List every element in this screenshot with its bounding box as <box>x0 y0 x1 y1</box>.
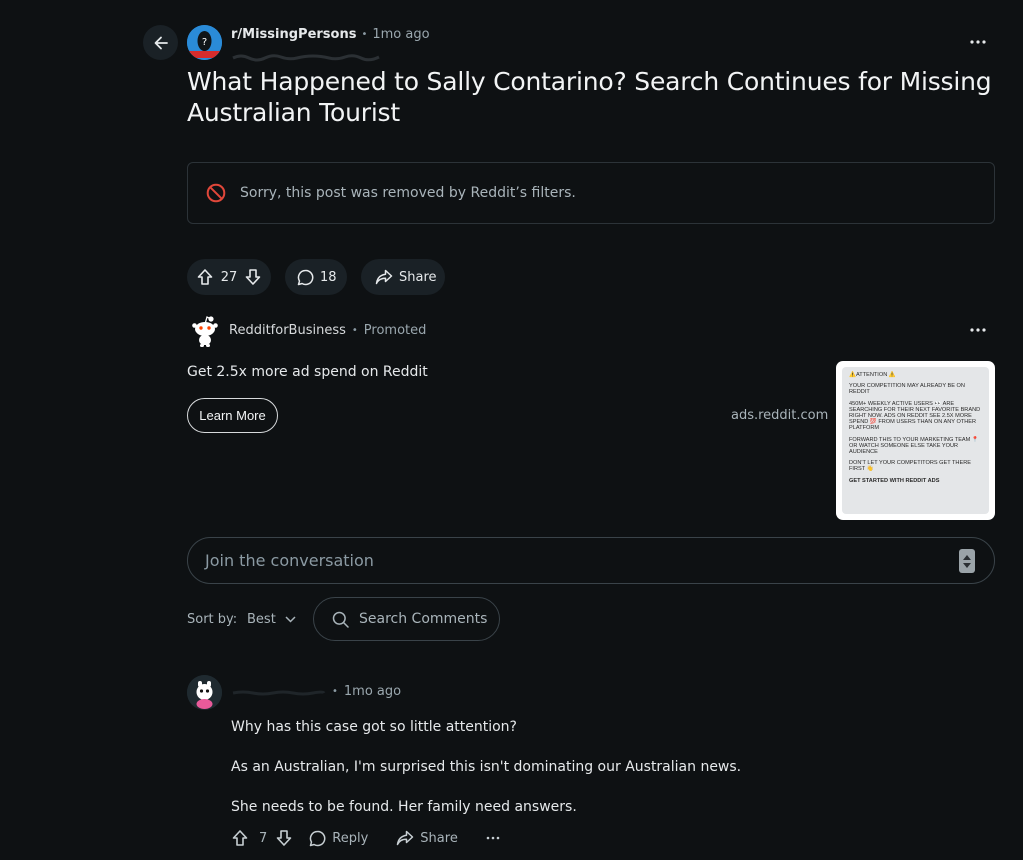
search-comments-input[interactable]: Search Comments <box>313 597 500 641</box>
ad-more-options-button[interactable] <box>967 319 989 341</box>
removed-notice-text: Sorry, this post was removed by Reddit’s… <box>240 185 576 201</box>
learn-more-button[interactable]: Learn More <box>187 398 278 433</box>
ad-meta: RedditforBusiness • Promoted <box>229 323 426 338</box>
comment-time: 1mo ago <box>343 684 402 699</box>
sort-label: Sort by: <box>187 612 238 627</box>
ad-thumbnail[interactable]: ⚠️ATTENTION ⚠️ YOUR COMPETITION MAY ALRE… <box>836 361 995 520</box>
comment-body: Why has this case got so little attentio… <box>231 718 931 838</box>
svg-text:?: ? <box>202 37 207 48</box>
separator-dot: • <box>332 686 338 697</box>
ad-creative-line: GET STARTED WITH REDDIT ADS <box>849 477 940 484</box>
comment-more-options-button[interactable] <box>486 836 500 840</box>
comment-share-button[interactable]: Share <box>396 830 458 846</box>
separator-dot: • <box>361 29 368 40</box>
comment-share-label: Share <box>420 830 458 846</box>
ad-domain-link[interactable]: ads.reddit.com <box>731 408 828 423</box>
search-comments-placeholder: Search Comments <box>359 611 488 627</box>
comment-paragraph: Why has this case got so little attentio… <box>231 719 517 735</box>
ad-creative-line: FORWARD THIS TO YOUR MARKETING TEAM 📍 OR… <box>849 436 979 456</box>
downvote-icon[interactable] <box>244 268 262 286</box>
arrow-left-icon <box>152 34 170 52</box>
ad-creative-line: ⚠️ATTENTION ⚠️ <box>849 372 896 378</box>
separator-dot: • <box>351 325 358 336</box>
comment-vote-count: 7 <box>259 830 268 846</box>
ad-headline[interactable]: Get 2.5x more ad spend on Reddit <box>187 364 428 380</box>
post-time: 1mo ago <box>372 27 430 42</box>
comment-paragraph: She needs to be found. Her family need a… <box>231 799 577 815</box>
back-button[interactable] <box>143 25 178 60</box>
post-vote-bar: 27 <box>187 259 271 295</box>
comment-icon <box>309 830 326 847</box>
comment-actions: 7 Reply Share <box>231 829 500 847</box>
subreddit-name[interactable]: r/MissingPersons <box>231 27 356 42</box>
comment-composer-placeholder: Join the conversation <box>205 551 374 570</box>
comment-composer[interactable]: Join the conversation <box>187 537 995 584</box>
commenter-avatar[interactable] <box>187 675 222 710</box>
post-vote-count: 27 <box>220 269 238 285</box>
post-share-button[interactable]: Share <box>361 259 445 295</box>
post-comments-button[interactable]: 18 <box>285 259 347 295</box>
more-horizontal-icon <box>970 40 986 44</box>
post-share-label: Share <box>399 269 437 285</box>
composer-scroll-stepper[interactable] <box>959 549 975 573</box>
comment-reply-label: Reply <box>332 830 369 846</box>
advertiser-avatar[interactable] <box>187 312 223 348</box>
share-icon <box>375 269 393 285</box>
chevron-down-icon <box>285 616 296 623</box>
comment-reply-button[interactable]: Reply <box>309 830 368 847</box>
post-meta: r/MissingPersons • 1mo ago <box>231 27 430 42</box>
post-more-options-button[interactable] <box>967 31 989 53</box>
redacted-username <box>231 47 381 62</box>
more-horizontal-icon <box>970 328 986 332</box>
ad-creative: ⚠️ATTENTION ⚠️ YOUR COMPETITION MAY ALRE… <box>842 367 989 514</box>
ad-creative-line: YOUR COMPETITION MAY ALREADY BE ON REDDI… <box>849 383 965 396</box>
post-title: What Happened to Sally Contarino? Search… <box>187 67 992 127</box>
promoted-label: Promoted <box>363 323 427 338</box>
sort-value: Best <box>247 612 276 627</box>
search-icon <box>332 611 349 628</box>
comment-meta: • 1mo ago <box>231 684 401 699</box>
more-horizontal-icon <box>486 836 500 840</box>
prohibited-icon <box>206 183 226 203</box>
advertiser-name[interactable]: RedditforBusiness <box>229 323 346 338</box>
share-icon <box>396 830 414 846</box>
redacted-commenter-name <box>231 687 326 697</box>
post-comment-count: 18 <box>320 269 337 285</box>
comment-icon <box>297 269 314 286</box>
comment-paragraph: As an Australian, I'm surprised this isn… <box>231 759 742 775</box>
ad-creative-line: DON'T LET YOUR COMPETITORS GET THERE FIR… <box>849 460 971 473</box>
upvote-icon[interactable] <box>231 829 249 847</box>
subreddit-avatar[interactable]: ? <box>187 25 222 60</box>
upvote-icon[interactable] <box>196 268 214 286</box>
downvote-icon[interactable] <box>275 829 293 847</box>
removed-notice: Sorry, this post was removed by Reddit’s… <box>187 162 995 224</box>
sort-dropdown[interactable]: Best <box>247 612 296 627</box>
ad-creative-line: 450M+ WEEKLY ACTIVE USERS 👀 ARE SEARCHIN… <box>849 400 981 432</box>
